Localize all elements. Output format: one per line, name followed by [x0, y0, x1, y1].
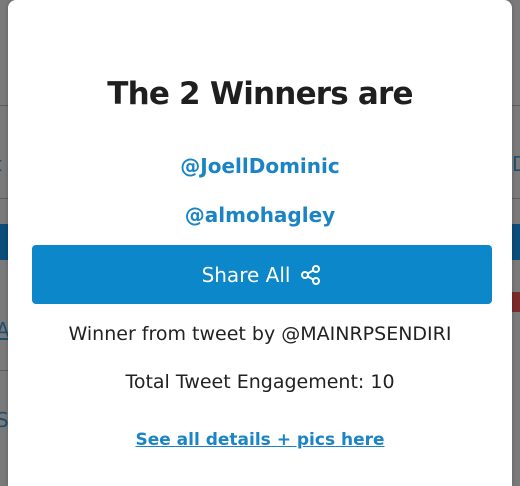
share-icon	[300, 264, 322, 286]
winner-link[interactable]: @JoellDominic	[8, 154, 512, 178]
modal-title: The 2 Winners are	[107, 76, 413, 112]
share-all-label: Share All	[201, 262, 291, 287]
share-all-button[interactable]: Share All	[32, 245, 492, 304]
winner-link[interactable]: @almohagley	[8, 203, 512, 227]
see-details-link[interactable]: See all details + pics here	[8, 430, 512, 450]
tweet-source-text: Winner from tweet by @MAINRPSENDIRI	[68, 323, 452, 345]
engagement-text: Total Tweet Engagement: 10	[125, 371, 395, 393]
winners-modal: The 2 Winners are @JoellDominic @almohag…	[8, 0, 512, 486]
